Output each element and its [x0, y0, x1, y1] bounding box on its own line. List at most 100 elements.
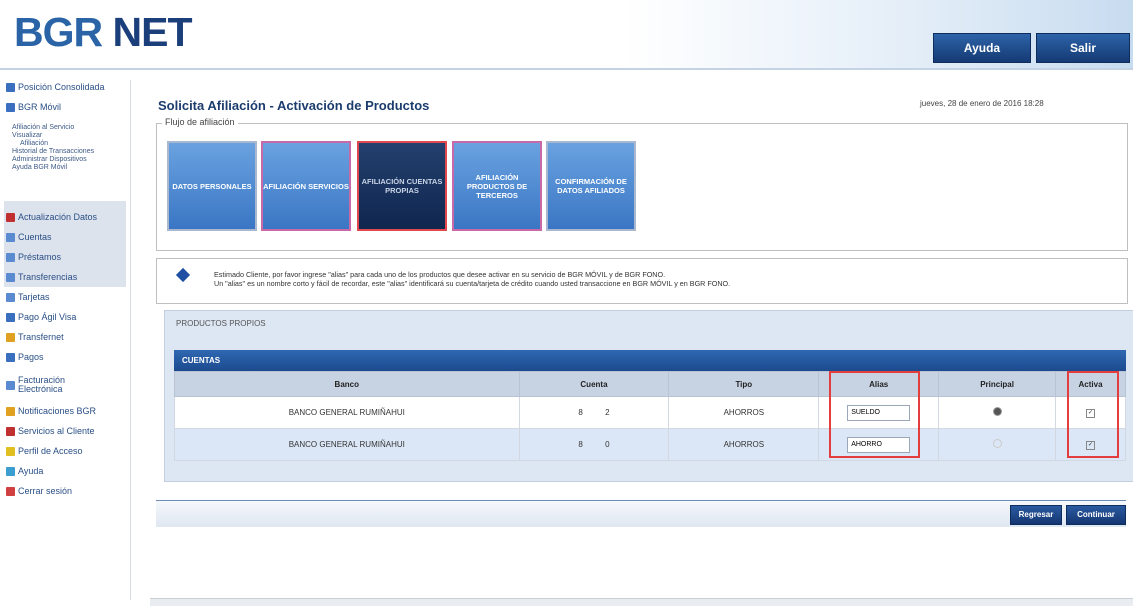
products-legend: PRODUCTOS PROPIOS: [176, 319, 266, 328]
sidebar-item-label: Tarjetas: [18, 292, 50, 302]
sidebar-item-label: Facturación Electrónica: [18, 375, 66, 394]
sidebar-item-label: Transfernet: [18, 332, 64, 342]
sidebar-item-16[interactable]: Cerrar sesión: [6, 486, 72, 496]
transfer-icon: [6, 272, 15, 282]
accounts-table: Banco Cuenta Tipo Alias Principal Activa…: [174, 371, 1126, 461]
cell-cuenta: 8 2: [518, 396, 670, 429]
phone-icon: [6, 102, 15, 112]
cell-banco: BANCO GENERAL RUMIÑAHUI: [174, 428, 520, 461]
sidebar-item-label: Préstamos: [18, 252, 62, 262]
sidebar: Posición Consolidada BGR Móvil Actualizaci…: [0, 80, 131, 600]
submenu-item[interactable]: Afiliación al Servicio: [12, 124, 74, 131]
notice-text: Estimado Cliente, por favor ingrese "ali…: [214, 270, 730, 288]
sidebar-item-11[interactable]: Facturación Electrónica: [6, 376, 78, 394]
help-button[interactable]: Ayuda: [933, 33, 1031, 63]
cell-activa: ✓: [1055, 396, 1126, 429]
continue-button[interactable]: Continuar: [1066, 505, 1126, 525]
sidebar-item-label: Ayuda: [18, 466, 44, 476]
sidebar-item-5[interactable]: Préstamos: [6, 252, 61, 262]
visa-icon: [6, 312, 15, 322]
sidebar-item-label: Transferencias: [18, 272, 78, 282]
sidebar-item-2[interactable]: BGR Móvil: [6, 102, 61, 112]
step-afiliacion-servicios[interactable]: AFILIACIÓN SERVICIOS: [261, 141, 351, 231]
cell-activa: ✓: [1055, 428, 1126, 461]
cuenta-part-b: 2: [605, 408, 610, 417]
cell-tipo: AHORROS: [668, 396, 820, 429]
column-header-banco[interactable]: Banco: [174, 371, 520, 397]
sidebar-item-8[interactable]: Pago Ágil Visa: [6, 312, 76, 322]
back-button[interactable]: Regresar: [1010, 505, 1062, 525]
sidebar-item-label: Cerrar sesión: [18, 486, 73, 496]
sidebar-item-14[interactable]: Perfil de Acceso: [6, 446, 83, 456]
sidebar-item-label: Cuentas: [18, 232, 52, 242]
submenu-item[interactable]: Afiliación: [20, 140, 48, 147]
cuenta-part-b: 0: [605, 440, 610, 449]
accounts-section-title: CUENTAS: [174, 350, 1126, 371]
cuenta-part-a: 8: [578, 408, 583, 417]
table-row: BANCO GENERAL RUMIÑAHUI 8 0 AHORROS ✓: [174, 428, 1126, 461]
principal-radio[interactable]: [992, 407, 1002, 416]
submenu-item[interactable]: Historial de Transacciones: [12, 148, 94, 155]
action-bar: [156, 500, 1126, 527]
logout-icon: [6, 486, 15, 496]
document-icon: [6, 252, 15, 262]
activa-checkbox[interactable]: ✓: [1086, 441, 1096, 450]
sidebar-item-1[interactable]: Posición Consolidada: [6, 82, 105, 92]
sidebar-item-label: Pago Ágil Visa: [18, 312, 77, 322]
profile-icon: [6, 446, 15, 456]
step-confirmacion-datos[interactable]: CONFIRMACIÓN DE DATOS AFILIADOS: [546, 141, 636, 231]
sidebar-item-15[interactable]: Ayuda: [6, 466, 43, 476]
column-header-alias[interactable]: Alias: [818, 371, 940, 397]
page-title: Solicita Afiliación - Activación de Prod…: [158, 98, 430, 113]
sidebar-item-7[interactable]: Tarjetas: [6, 292, 50, 302]
alias-input[interactable]: [847, 404, 911, 421]
cell-principal: [938, 428, 1057, 461]
table-header-row: Banco Cuenta Tipo Alias Principal Activa: [174, 371, 1126, 397]
cell-banco: BANCO GENERAL RUMIÑAHUI: [174, 396, 520, 429]
step-afiliacion-cuentas-propias[interactable]: AFILIACIÓN CUENTAS PROPIAS: [357, 141, 447, 231]
cell-cuenta: 8 0: [518, 428, 670, 461]
submenu-item[interactable]: Ayuda BGR Móvil: [12, 164, 67, 171]
step-datos-personales[interactable]: DATOS PERSONALES: [167, 141, 257, 231]
sidebar-item-label: BGR Móvil: [18, 102, 62, 112]
submenu-item[interactable]: Visualizar: [12, 132, 42, 139]
card-icon: [6, 292, 15, 302]
notice-line-1: Estimado Cliente, por favor ingrese "ali…: [214, 270, 666, 279]
exit-button[interactable]: Salir: [1036, 33, 1130, 63]
sidebar-item-13[interactable]: Servicios al Cliente: [6, 426, 95, 436]
bell-icon: [6, 406, 15, 416]
service-icon: [6, 426, 15, 436]
app-header: BGR NET Ayuda Salir: [0, 0, 1133, 70]
sidebar-item-label: Actualización Datos: [18, 212, 98, 222]
chart-icon: [6, 82, 15, 92]
activa-checkbox[interactable]: ✓: [1086, 409, 1096, 418]
table-row: BANCO GENERAL RUMIÑAHUI 8 2 AHORROS ✓: [174, 396, 1126, 429]
sidebar-item-10[interactable]: Pagos: [6, 352, 44, 362]
bgr-net-logo: BGR NET: [14, 9, 193, 55]
sidebar-item-3[interactable]: Actualización Datos: [6, 212, 97, 222]
sidebar-item-9[interactable]: Transfernet: [6, 332, 64, 342]
sidebar-item-12[interactable]: Notificaciones BGR: [6, 406, 96, 416]
user-icon: [6, 212, 15, 222]
sidebar-item-4[interactable]: Cuentas: [6, 232, 52, 242]
column-header-cuenta[interactable]: Cuenta: [518, 371, 670, 397]
step-afiliacion-productos-terceros[interactable]: AFILIACIÓN PRODUCTOS DE TERCEROS: [452, 141, 542, 231]
cell-principal: [938, 396, 1057, 429]
cell-tipo: AHORROS: [668, 428, 820, 461]
sidebar-item-6[interactable]: Transferencias: [6, 272, 77, 282]
sidebar-item-label: Posición Consolidada: [18, 82, 105, 92]
star-icon: [6, 332, 15, 342]
help-icon: [6, 466, 15, 476]
cell-alias: [818, 428, 940, 461]
column-header-activa[interactable]: Activa: [1055, 371, 1126, 397]
current-date: jueves, 28 de enero de 2016 18:28: [920, 99, 1044, 108]
pay-icon: [6, 352, 15, 362]
invoice-icon: [6, 380, 15, 390]
column-header-principal[interactable]: Principal: [938, 371, 1057, 397]
principal-radio[interactable]: [992, 439, 1002, 448]
cuenta-part-a: 8: [578, 440, 583, 449]
sidebar-item-label: Notificaciones BGR: [18, 406, 97, 416]
alias-input[interactable]: [847, 436, 911, 453]
submenu-item[interactable]: Administrar Dispositivos: [12, 156, 87, 163]
column-header-tipo[interactable]: Tipo: [668, 371, 820, 397]
